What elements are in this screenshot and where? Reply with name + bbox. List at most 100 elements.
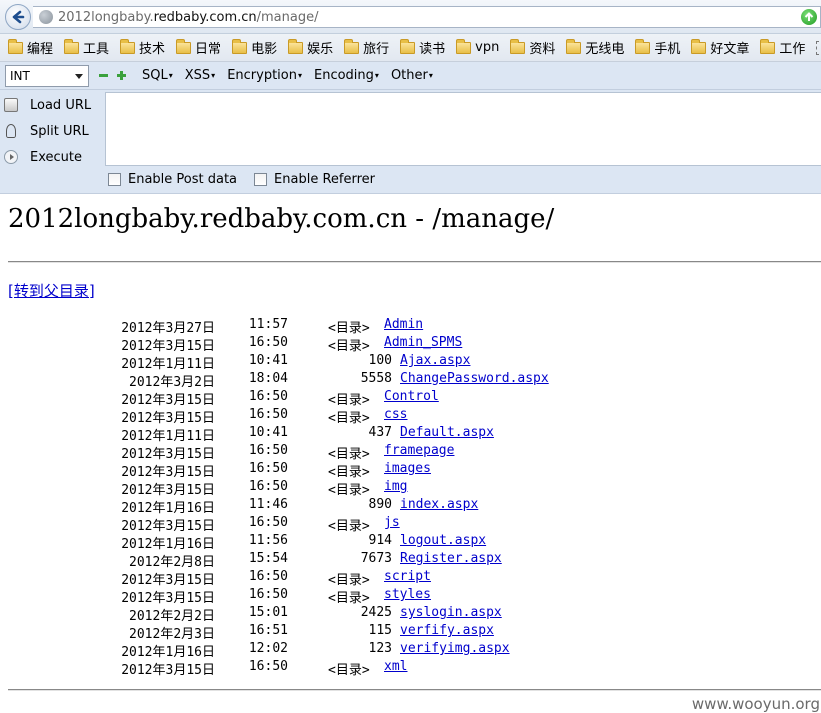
- bookmark-item[interactable]: 娱乐: [288, 38, 333, 57]
- entry-time: 16:50: [248, 515, 288, 530]
- bookmark-label: 工作: [779, 42, 806, 57]
- entry-date: 2012年1月16日: [121, 501, 215, 516]
- listing-row: 2012年3月15日 16:50 <目录> images: [0, 461, 821, 480]
- entry-link[interactable]: syslogin.aspx: [400, 605, 502, 620]
- menu-encoding[interactable]: Encoding ▾: [314, 68, 379, 83]
- bookmark-item[interactable]: 手机: [635, 38, 680, 57]
- bookmark-item[interactable]: 旅行: [344, 38, 389, 57]
- bookmark-item[interactable]: 读书: [400, 38, 445, 57]
- go-arrow-icon[interactable]: [801, 9, 817, 25]
- entry-link[interactable]: styles: [384, 587, 431, 602]
- bookmark-item[interactable]: 无线电: [566, 38, 624, 57]
- bookmark-item[interactable]: 工具: [64, 38, 109, 57]
- hackbar-url-textarea[interactable]: [105, 92, 821, 166]
- entry-link[interactable]: Control: [384, 389, 439, 404]
- back-button[interactable]: [5, 4, 31, 30]
- enable-referrer-checkbox[interactable]: [254, 173, 268, 186]
- folder-icon: [64, 38, 80, 54]
- chevron-down-icon: [75, 73, 83, 79]
- entry-date: 2012年3月15日: [121, 447, 215, 462]
- entry-link[interactable]: verifyimg.aspx: [400, 641, 510, 656]
- entry-link[interactable]: Default.aspx: [400, 425, 494, 440]
- back-arrow-icon: [12, 10, 25, 24]
- folder-icon: [232, 38, 248, 54]
- menu-xss[interactable]: XSS ▾: [185, 68, 215, 83]
- entry-link[interactable]: img: [384, 479, 407, 494]
- entry-time: 12:02: [248, 641, 288, 656]
- listing-row: 2012年3月15日 16:50 <目录> img: [0, 479, 821, 498]
- bookmark-label: 电影: [251, 42, 278, 57]
- bookmark-item[interactable]: vpn: [456, 38, 500, 55]
- bookmark-item[interactable]: 日常: [176, 38, 221, 57]
- bookmark-label: vpn: [475, 40, 500, 55]
- entry-link[interactable]: images: [384, 461, 431, 476]
- hackbar-menus: SQL ▾ XSS ▾ Encryption ▾ Encoding ▾ Other ▾: [130, 68, 433, 83]
- directory-tag: <目录>: [328, 591, 370, 606]
- directory-tag: <目录>: [328, 573, 370, 588]
- listing-row: 2012年3月15日 16:50 <目录> Admin_SPMS: [0, 335, 821, 354]
- split-url-button[interactable]: Split URL: [4, 119, 104, 143]
- menu-encryption[interactable]: Encryption ▾: [227, 68, 302, 83]
- bookmark-item[interactable]: 技术: [120, 38, 165, 57]
- listing-row: 2012年1月16日 11:56 914 logout.aspx: [0, 533, 821, 552]
- entry-link[interactable]: Register.aspx: [400, 551, 502, 566]
- directory-tag: <目录>: [328, 393, 370, 408]
- entry-link[interactable]: Ajax.aspx: [400, 353, 470, 368]
- bookmark-item[interactable]: 编程: [8, 38, 53, 57]
- bookmark-item[interactable]: 好文章: [691, 38, 749, 57]
- bookmark-item[interactable]: WebGoat: [816, 40, 821, 55]
- entry-date: 2012年1月16日: [121, 645, 215, 660]
- menu-sql[interactable]: SQL ▾: [142, 68, 173, 83]
- entry-size: 7673: [360, 551, 392, 566]
- folder-icon: [456, 38, 472, 54]
- entry-time: 18:04: [248, 371, 288, 386]
- url-input[interactable]: 2012longbaby.redbaby.com.cn/manage/: [33, 6, 821, 28]
- entry-time: 16:50: [248, 443, 288, 458]
- entry-link[interactable]: js: [384, 515, 400, 530]
- bookmark-item[interactable]: 电影: [232, 38, 277, 57]
- load-url-button[interactable]: Load URL: [4, 93, 104, 117]
- listing-row: 2012年3月15日 16:50 <目录> xml: [0, 659, 821, 678]
- entry-time: 16:50: [248, 659, 288, 674]
- listing-row: 2012年1月16日 11:46 890 index.aspx: [0, 497, 821, 516]
- menu-label: Other: [390, 68, 428, 83]
- entry-time: 16:51: [248, 623, 288, 638]
- entry-date: 2012年3月15日: [121, 663, 215, 678]
- listing-row: 2012年3月15日 16:50 <目录> Control: [0, 389, 821, 408]
- entry-link[interactable]: verfify.aspx: [400, 623, 494, 638]
- bookmark-item[interactable]: 工作: [760, 38, 805, 57]
- entry-link[interactable]: xml: [384, 659, 407, 674]
- entry-link[interactable]: index.aspx: [400, 497, 478, 512]
- increase-icon[interactable]: [117, 71, 126, 80]
- entry-size: 2425: [360, 605, 392, 620]
- bookmark-label: 技术: [139, 42, 166, 57]
- bookmark-label: 娱乐: [307, 42, 334, 57]
- bookmark-label: 资料: [529, 42, 556, 57]
- decrease-icon[interactable]: [99, 74, 108, 77]
- enable-post-label: Enable Post data: [128, 172, 238, 187]
- entry-link[interactable]: logout.aspx: [400, 533, 486, 548]
- entry-link[interactable]: Admin: [384, 317, 423, 332]
- execute-button[interactable]: Execute: [4, 145, 104, 169]
- entry-size: 5558: [360, 371, 392, 386]
- menu-label: XSS: [184, 68, 211, 83]
- bookmark-item[interactable]: 资料: [510, 38, 555, 57]
- load-url-label: Load URL: [30, 97, 92, 113]
- folder-icon: [344, 38, 360, 54]
- entry-link[interactable]: ChangePassword.aspx: [400, 371, 549, 386]
- type-select[interactable]: INT: [5, 64, 89, 87]
- entry-link[interactable]: script: [384, 569, 431, 584]
- entry-link[interactable]: css: [384, 407, 407, 422]
- entry-link[interactable]: Admin_SPMS: [384, 335, 462, 350]
- folder-icon: [400, 38, 416, 54]
- menu-other[interactable]: Other ▾: [391, 68, 433, 83]
- divider: [8, 689, 821, 691]
- directory-listing: 2012年3月27日 11:57 <目录> Admin 2012年3月15日 16:50 <…: [0, 317, 821, 678]
- entry-link[interactable]: framepage: [384, 443, 454, 458]
- enable-post-checkbox[interactable]: [108, 173, 121, 186]
- entry-date: 2012年3月15日: [121, 591, 215, 606]
- entry-date: 2012年1月11日: [121, 429, 215, 444]
- parent-directory-link[interactable]: [转到父目录]: [8, 280, 95, 301]
- entry-date: 2012年3月15日: [121, 339, 215, 354]
- entry-date: 2012年3月27日: [121, 321, 215, 336]
